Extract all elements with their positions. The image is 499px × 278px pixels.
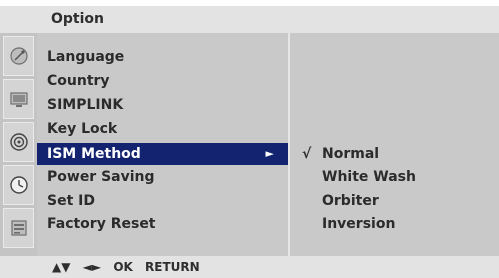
menu-item-label: ISM Method bbox=[47, 146, 141, 162]
ok-hint: OK bbox=[113, 260, 133, 274]
tab-picture[interactable] bbox=[3, 79, 34, 119]
updown-arrows-icon: ▲▼ bbox=[52, 260, 71, 274]
menu-item-factory-reset[interactable]: Factory Reset bbox=[37, 213, 288, 235]
option-label: Orbiter bbox=[322, 193, 379, 209]
clock-time-icon bbox=[9, 176, 28, 194]
menu-item-language[interactable]: Language bbox=[37, 46, 288, 68]
speaker-audio-icon bbox=[9, 133, 28, 151]
option-white-wash[interactable]: White Wash bbox=[290, 166, 499, 188]
key-hints: ▲▼ ◄► OK RETURN bbox=[52, 260, 208, 274]
menu-item-set-id[interactable]: Set ID bbox=[37, 190, 288, 212]
check-mark-icon: √ bbox=[302, 146, 312, 162]
menu-item-ism-method[interactable]: ISM Method ► bbox=[37, 143, 288, 165]
menu-item-power-saving[interactable]: Power Saving bbox=[37, 166, 288, 188]
menu-item-country[interactable]: Country bbox=[37, 70, 288, 92]
option-panel-icon bbox=[10, 220, 27, 236]
option-normal[interactable]: √ Normal bbox=[290, 143, 499, 165]
option-inversion[interactable]: Inversion bbox=[290, 213, 499, 235]
tab-channel[interactable] bbox=[3, 36, 34, 76]
option-label: Inversion bbox=[322, 216, 396, 232]
return-hint: RETURN bbox=[145, 260, 200, 274]
tv-picture-icon bbox=[9, 92, 28, 107]
submenu-arrow-icon: ► bbox=[265, 147, 274, 160]
tab-audio[interactable] bbox=[3, 122, 34, 162]
osd-screen: Option Language Country SIMPLINK Key Loc… bbox=[0, 0, 499, 278]
option-orbiter[interactable]: Orbiter bbox=[290, 190, 499, 212]
menu-item-key-lock[interactable]: Key Lock bbox=[37, 118, 288, 140]
tab-time[interactable] bbox=[3, 165, 34, 205]
menu-item-simplink[interactable]: SIMPLINK bbox=[37, 94, 288, 116]
option-label: White Wash bbox=[322, 169, 416, 185]
option-label: Normal bbox=[322, 146, 380, 162]
page-title: Option bbox=[51, 11, 104, 27]
leftright-arrows-icon: ◄► bbox=[82, 260, 102, 274]
satellite-dish-icon bbox=[9, 47, 28, 65]
tab-option[interactable] bbox=[3, 208, 34, 248]
